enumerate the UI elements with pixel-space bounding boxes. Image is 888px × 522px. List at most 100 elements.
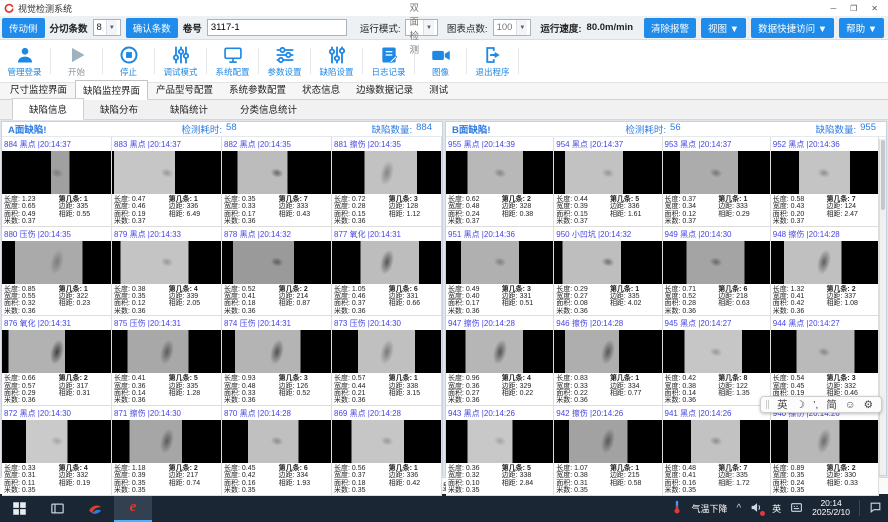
ime-lang-toggle[interactable]: 英 — [777, 397, 788, 412]
taskbar-clock[interactable]: 20:14 2025/2/10 — [812, 499, 850, 518]
slit-count-select[interactable]: 8 ▼ — [93, 19, 121, 36]
clear-alarm-button[interactable]: 清除报警 — [644, 18, 696, 38]
defect-cell[interactable]: 946 擦伤 |20:14:28 长度: 0.83 宽度: 0.33 面积: 0… — [554, 316, 662, 406]
defect-cell[interactable]: 879 黑点 |20:14:33 长度: 0.38 宽度: 0.35 面积: 0… — [112, 227, 222, 317]
ime-drag-handle[interactable] — [766, 400, 769, 409]
defect-cell[interactable]: 941 黑点 |20:14:26 长度: 0.48 宽度: 0.41 面积: 0… — [663, 406, 771, 496]
defect-cell[interactable]: 950 小凹坑 |20:14:32 长度: 0.29 宽度: 0.27 面积: … — [554, 227, 662, 317]
defect-cell[interactable]: 878 黑点 |20:14:32 长度: 0.52 宽度: 0.41 面积: 0… — [222, 227, 332, 317]
defect-info: 长度: 1.18 宽度: 0.39 面积: 0.35 米数: 0.35 第几条:… — [112, 463, 221, 495]
defect-cell[interactable]: 953 黑点 |20:14:37 长度: 0.37 宽度: 0.34 面积: 0… — [663, 137, 771, 227]
minimize-button[interactable]: ─ — [830, 4, 836, 13]
defect-info: 长度: 0.47 宽度: 0.46 面积: 0.19 米数: 0.37 第几条:… — [112, 194, 221, 226]
roll-label: 卷号 — [183, 21, 202, 35]
tab-size-monitor[interactable]: 尺寸监控界面 — [2, 79, 75, 99]
tab-product-model-config[interactable]: 产品型号配置 — [148, 79, 221, 99]
subtab-defect-statistics[interactable]: 缺陷统计 — [154, 99, 224, 119]
defect-spacing: 相距: 1.93 — [279, 480, 329, 487]
defect-spacing: 相距: 0.66 — [389, 300, 439, 307]
chevron-down-icon: ▼ — [423, 20, 434, 35]
defect-cell[interactable]: 940 擦伤 |20:14:26 长度: 0.89 宽度: 0.35 面积: 0… — [771, 406, 879, 496]
defect-cell[interactable]: 877 氧化 |20:14:31 长度: 1.05 宽度: 0.46 面积: 0… — [332, 227, 442, 317]
active-app-icon[interactable]: e — [114, 494, 152, 522]
debug-mode-button[interactable]: 调试模式 — [156, 40, 205, 82]
defect-cell[interactable]: 883 黑点 |20:14:37 长度: 0.47 宽度: 0.46 面积: 0… — [112, 137, 222, 227]
tab-system-param-config[interactable]: 系统参数配置 — [221, 79, 294, 99]
tab-defect-monitor[interactable]: 缺陷监控界面 — [75, 80, 148, 100]
defect-image — [771, 241, 878, 284]
defect-cell[interactable]: 947 擦伤 |20:14:28 长度: 0.96 宽度: 0.36 面积: 0… — [446, 316, 554, 406]
defect-cell[interactable]: 945 黑点 |20:14:27 长度: 0.42 宽度: 0.38 面积: 0… — [663, 316, 771, 406]
defect-cell[interactable]: 952 黑点 |20:14:36 长度: 0.58 宽度: 0.43 面积: 0… — [771, 137, 879, 227]
confirm-count-button[interactable]: 确认条数 — [126, 18, 178, 38]
defect-cell[interactable]: 872 黑点 |20:14:30 长度: 0.33 宽度: 0.31 面积: 0… — [2, 406, 112, 496]
exit-program-button[interactable]: 退出程序 — [468, 40, 517, 82]
ime-simplified-toggle[interactable]: 简 — [826, 397, 837, 412]
defect-cell[interactable]: 943 黑点 |20:14:26 长度: 0.36 宽度: 0.32 面积: 0… — [446, 406, 554, 496]
ime-punctuation-toggle[interactable]: ’, — [813, 399, 818, 411]
defect-cell-header: 948 擦伤 |20:14:28 — [771, 227, 878, 241]
ime-emoji-button[interactable]: ☺ — [845, 399, 856, 411]
image-button[interactable]: 图像 — [416, 40, 465, 82]
defect-meter: 米数: 0.36 — [224, 308, 279, 315]
defect-spacing: 相距: 0.58 — [610, 480, 660, 487]
task-view-button[interactable] — [38, 494, 76, 522]
defect-cell[interactable]: 955 黑点 |20:14:39 长度: 0.62 宽度: 0.48 面积: 0… — [446, 137, 554, 227]
volume-icon[interactable] — [750, 501, 763, 516]
roll-number-input[interactable] — [207, 19, 347, 36]
defect-cell[interactable]: 873 压伤 |20:14:30 长度: 0.57 宽度: 0.44 面积: 0… — [332, 316, 442, 406]
ime-halfwidth-moon-icon[interactable]: ☽ — [796, 399, 805, 411]
tab-status-info[interactable]: 状态信息 — [294, 79, 348, 99]
defect-cell[interactable]: 949 黑点 |20:14:30 长度: 0.71 宽度: 0.52 面积: 0… — [663, 227, 771, 317]
data-quick-access-button[interactable]: 数据快捷访问 ▼ — [751, 18, 834, 38]
defect-settings-button[interactable]: 缺陷设置 — [312, 40, 361, 82]
notification-center-button[interactable] — [869, 501, 882, 516]
tray-expand-chevron[interactable]: ^ — [736, 503, 741, 514]
defect-cell[interactable]: 880 压伤 |20:14:35 长度: 0.85 宽度: 0.55 面积: 0… — [2, 227, 112, 317]
defect-cell[interactable]: 874 压伤 |20:14:31 长度: 0.93 宽度: 0.48 面积: 0… — [222, 316, 332, 406]
defect-cell[interactable]: 942 擦伤 |20:14:26 长度: 1.07 宽度: 0.38 面积: 0… — [554, 406, 662, 496]
tab-test[interactable]: 测试 — [421, 79, 456, 99]
pinned-app-icon[interactable] — [76, 494, 114, 522]
defect-cell[interactable]: 884 黑点 |20:14:37 长度: 1.23 宽度: 0.65 面积: 0… — [2, 137, 112, 227]
help-menu-button[interactable]: 帮助 ▼ — [839, 18, 884, 38]
defect-cell[interactable]: 948 擦伤 |20:14:28 长度: 1.32 宽度: 0.41 面积: 0… — [771, 227, 879, 317]
defect-width: 宽度: 0.38 — [665, 383, 719, 390]
run-mode-select[interactable]: 双面检测 ▼ — [405, 19, 437, 36]
admin-login-button[interactable]: 管理登录 — [0, 40, 49, 82]
defect-cell[interactable]: 871 擦伤 |20:14:30 长度: 1.18 宽度: 0.39 面积: 0… — [112, 406, 222, 496]
subtab-defect-distribution[interactable]: 缺陷分布 — [84, 99, 154, 119]
ime-settings-gear-icon[interactable]: ⚙ — [864, 399, 873, 411]
tab-edge-data-record[interactable]: 边缘数据记录 — [348, 79, 421, 99]
defect-cell[interactable]: 944 黑点 |20:14:27 长度: 0.54 宽度: 0.45 面积: 0… — [771, 316, 879, 406]
start-menu-button[interactable] — [0, 494, 38, 522]
defect-cell[interactable]: 881 擦伤 |20:14:35 长度: 0.72 宽度: 0.28 面积: 0… — [332, 137, 442, 227]
close-button[interactable]: ✕ — [871, 4, 878, 13]
drive-side-button[interactable]: 传动侧 — [2, 18, 45, 38]
maximize-button[interactable]: ❐ — [850, 4, 857, 13]
defect-cell[interactable]: 876 氧化 |20:14:31 长度: 0.66 宽度: 0.57 面积: 0… — [2, 316, 112, 406]
panel-a-title: A面缺陷! — [8, 122, 47, 136]
defect-cell[interactable]: 869 黑点 |20:14:28 长度: 0.56 宽度: 0.37 面积: 0… — [332, 406, 442, 496]
defect-meter: 米数: 0.36 — [334, 218, 389, 225]
defect-cell[interactable]: 875 压伤 |20:14:31 长度: 0.41 宽度: 0.36 面积: 0… — [112, 316, 222, 406]
subtab-defect-info[interactable]: 缺陷信息 — [12, 98, 84, 120]
defect-cell[interactable]: 954 黑点 |20:14:37 长度: 0.44 宽度: 0.39 面积: 0… — [554, 137, 662, 227]
defect-mark — [489, 336, 509, 367]
parameter-settings-button[interactable]: 参数设置 — [260, 40, 309, 82]
chart-points-select[interactable]: 100 ▼ — [493, 19, 532, 36]
log-record-button[interactable]: 日志记录 — [364, 40, 413, 82]
defect-cell[interactable]: 870 黑点 |20:14:28 长度: 0.45 宽度: 0.42 面积: 0… — [222, 406, 332, 496]
view-menu-button[interactable]: 视图 ▼ — [701, 18, 746, 38]
ime-indicator-icon[interactable] — [790, 501, 803, 516]
scrollbar-thumb[interactable] — [881, 140, 885, 210]
stop-button[interactable]: 停止 — [104, 40, 153, 82]
defect-cell[interactable]: 951 黑点 |20:14:36 长度: 0.49 宽度: 0.40 面积: 0… — [446, 227, 554, 317]
subtab-class-info-statistics[interactable]: 分类信息统计 — [224, 99, 313, 119]
weather-text[interactable]: 气温下降 — [691, 502, 727, 515]
language-indicator[interactable]: 英 — [772, 502, 781, 515]
start-button[interactable]: 开始 — [52, 40, 101, 82]
vertical-scrollbar[interactable] — [879, 139, 886, 475]
system-config-button[interactable]: 系统配置 — [208, 40, 257, 82]
defect-cell[interactable]: 882 黑点 |20:14:35 长度: 0.35 宽度: 0.33 面积: 0… — [222, 137, 332, 227]
